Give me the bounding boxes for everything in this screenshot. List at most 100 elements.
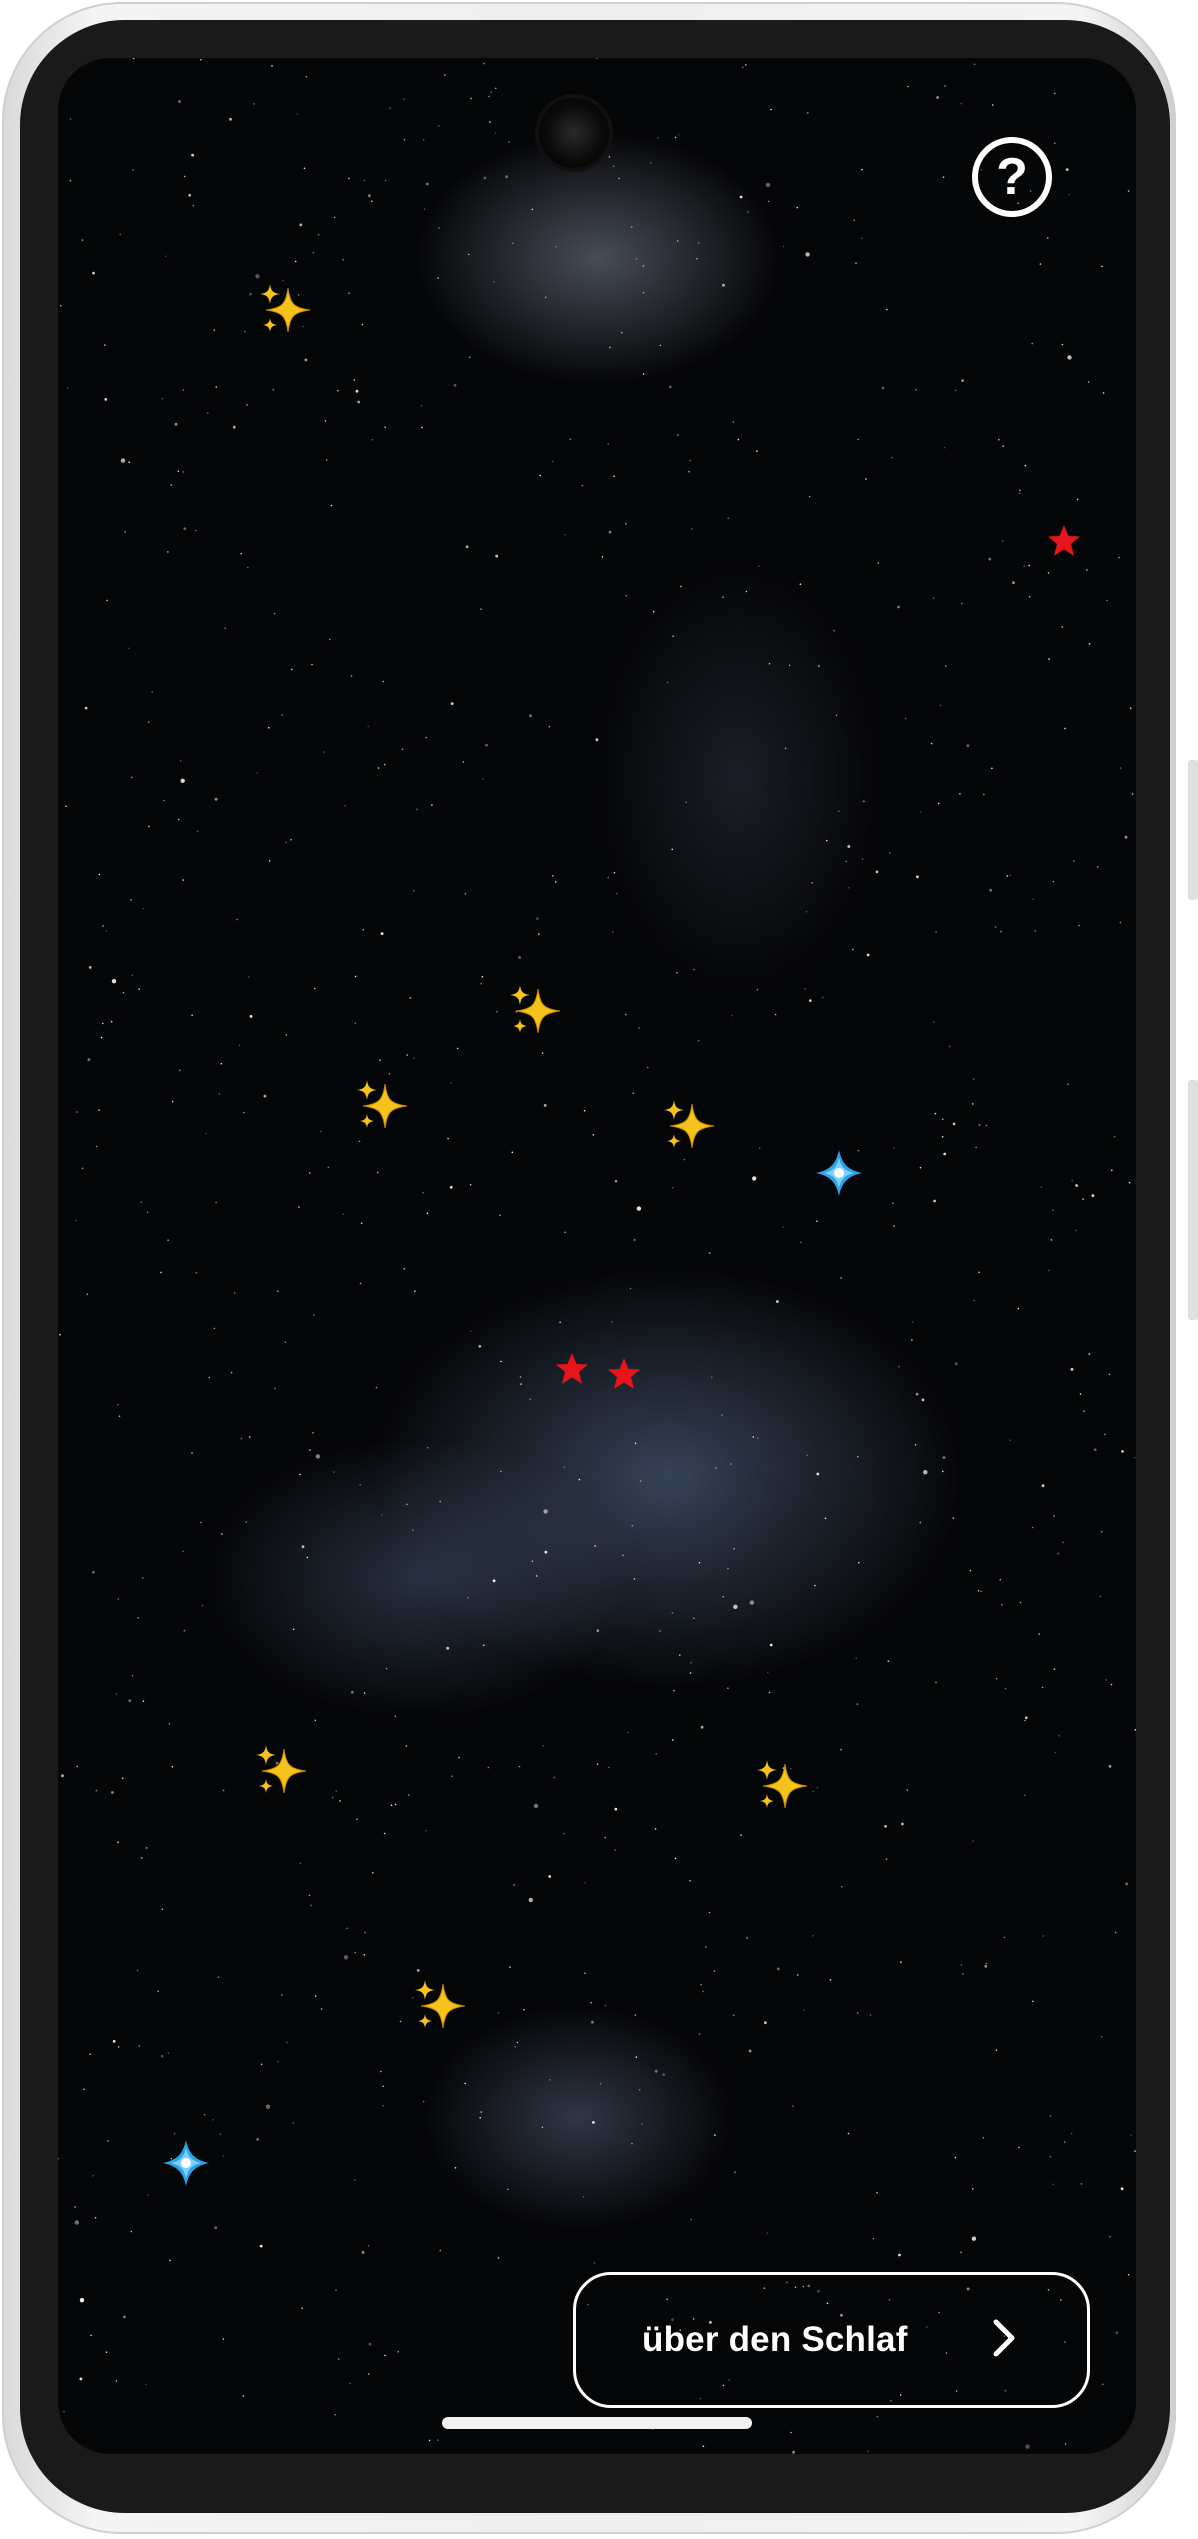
background-star	[182, 471, 185, 473]
background-star	[812, 1790, 814, 1793]
background-star	[734, 2171, 736, 2173]
background-star	[984, 1965, 988, 1968]
background-star	[1075, 1229, 1077, 1232]
background-star	[131, 1674, 134, 1677]
background-star	[633, 1578, 636, 1580]
background-star	[191, 153, 195, 157]
background-star	[647, 1066, 649, 1069]
background-star	[995, 1677, 998, 1680]
background-star	[142, 1700, 145, 1702]
background-star	[911, 1339, 913, 1341]
background-star	[1003, 1936, 1006, 1939]
background-star	[790, 2431, 792, 2434]
background-star	[578, 1478, 581, 1481]
background-star	[361, 323, 364, 326]
background-star	[1124, 835, 1128, 839]
background-star	[514, 2046, 517, 2048]
background-star	[389, 107, 391, 109]
background-star	[960, 1964, 963, 1966]
background-star	[544, 1550, 548, 1554]
background-star	[205, 1132, 207, 1135]
background-star	[423, 208, 426, 210]
background-star	[382, 680, 385, 683]
background-star	[1130, 2134, 1132, 2136]
background-star	[163, 799, 165, 802]
background-star	[800, 1241, 802, 1244]
background-star	[520, 1383, 522, 1385]
background-star	[590, 2001, 592, 2004]
background-star	[244, 330, 246, 333]
background-star	[518, 956, 521, 959]
background-star	[1049, 2115, 1052, 2117]
background-star	[702, 1990, 704, 1993]
background-star	[893, 1225, 895, 1227]
phone-device: ? über den Schlaf	[0, 0, 1198, 2539]
background-star	[962, 1973, 964, 1975]
background-star	[766, 2232, 769, 2234]
background-star	[1041, 1484, 1045, 1488]
background-star	[380, 932, 384, 935]
background-star	[353, 379, 356, 381]
background-star	[169, 2259, 171, 2262]
background-star	[372, 1871, 374, 1874]
background-star	[991, 104, 994, 106]
background-star	[1065, 168, 1069, 171]
background-star	[1083, 1410, 1085, 1412]
background-star	[654, 2069, 658, 2073]
background-star	[774, 1013, 777, 1016]
background-star	[516, 2041, 519, 2044]
background-star	[584, 1972, 586, 1974]
background-star	[274, 1387, 276, 1390]
background-star	[1082, 1198, 1084, 1200]
background-star	[247, 566, 249, 569]
background-star	[901, 1822, 904, 1826]
background-star	[312, 1432, 314, 1434]
red-star-icon	[1046, 523, 1082, 559]
background-star	[170, 484, 173, 486]
background-star	[359, 1282, 362, 1285]
background-star	[698, 2033, 701, 2035]
background-star	[379, 1059, 381, 1061]
background-star	[256, 772, 258, 774]
background-star	[69, 118, 72, 120]
background-star	[730, 1014, 733, 1017]
background-star	[943, 446, 946, 449]
background-star	[757, 1437, 759, 1439]
background-star	[425, 736, 427, 739]
background-star	[847, 845, 851, 848]
background-star	[447, 1137, 449, 1140]
background-star	[604, 1836, 606, 1839]
background-star	[803, 2009, 806, 2011]
background-star	[1019, 489, 1021, 492]
background-star	[148, 825, 150, 828]
background-star	[483, 176, 487, 180]
background-star	[112, 2040, 116, 2043]
background-star	[593, 2262, 596, 2264]
background-star	[451, 1775, 453, 1777]
home-indicator[interactable]	[442, 2417, 752, 2429]
background-star	[952, 1122, 956, 1126]
background-star	[1108, 1373, 1111, 1376]
background-star	[1061, 626, 1063, 628]
background-star	[632, 1092, 634, 1095]
background-star	[164, 255, 167, 257]
background-star	[999, 1578, 1001, 1581]
background-star	[1031, 342, 1033, 345]
background-star	[541, 1052, 544, 1054]
background-star	[98, 1109, 100, 1111]
background-star	[954, 2156, 957, 2159]
about-sleep-button[interactable]: über den Schlaf	[573, 2272, 1090, 2408]
background-star	[595, 738, 599, 742]
help-button[interactable]: ?	[972, 137, 1052, 217]
background-star	[456, 1047, 459, 1050]
background-star	[1024, 1794, 1026, 1796]
background-star	[541, 2126, 544, 2128]
background-star	[1131, 793, 1134, 795]
background-star	[206, 412, 209, 414]
background-star	[104, 344, 106, 346]
background-star	[128, 461, 130, 464]
background-star	[971, 1103, 974, 1105]
volume-button	[1188, 760, 1198, 900]
background-star	[376, 1171, 379, 1174]
background-star	[1001, 540, 1004, 542]
